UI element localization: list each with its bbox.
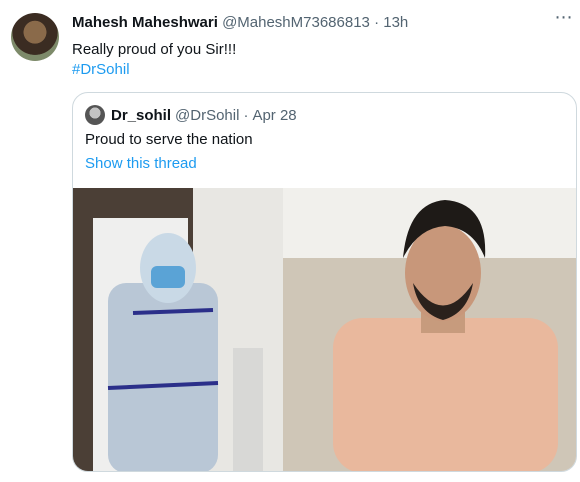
author-name[interactable]: Mahesh Maheshwari [72,14,218,31]
person-ppe-mask [151,266,185,288]
quoted-date: Apr 28 [252,106,297,124]
quoted-author-handle: @DrSohil [175,106,240,124]
tweet-time[interactable]: 13h [383,14,408,31]
tweet: Mahesh Maheshwari @MaheshM73686813 · 13h… [0,0,580,482]
tweet-body: Really proud of you Sir!!! [72,41,237,58]
tweet-text: Really proud of you Sir!!! #DrSohil [72,40,236,80]
avatar[interactable] [11,13,59,61]
author-handle[interactable]: @MaheshM73686813 [222,14,370,31]
quoted-tweet-header: Dr_sohil @DrSohil · Apr 28 [85,105,297,125]
quoted-photo[interactable] [73,188,577,472]
more-icon[interactable]: ⋯ [552,8,576,32]
hashtag-link[interactable]: #DrSohil [72,60,236,80]
quoted-tweet-text: Proud to serve the nation [85,131,253,148]
background-person [233,348,263,471]
quoted-tweet[interactable]: Dr_sohil @DrSohil · Apr 28 Proud to serv… [72,92,577,472]
bottom-spacer [0,472,580,482]
separator-dot: · [374,14,380,31]
quoted-author-name: Dr_sohil [111,106,172,124]
show-thread-link[interactable]: Show this thread [85,155,197,172]
doctor-shirt [333,318,558,471]
quoted-avatar [85,105,105,125]
tweet-header: Mahesh Maheshwari @MaheshM73686813 · 13h [72,14,408,31]
quoted-separator: · [243,106,249,124]
